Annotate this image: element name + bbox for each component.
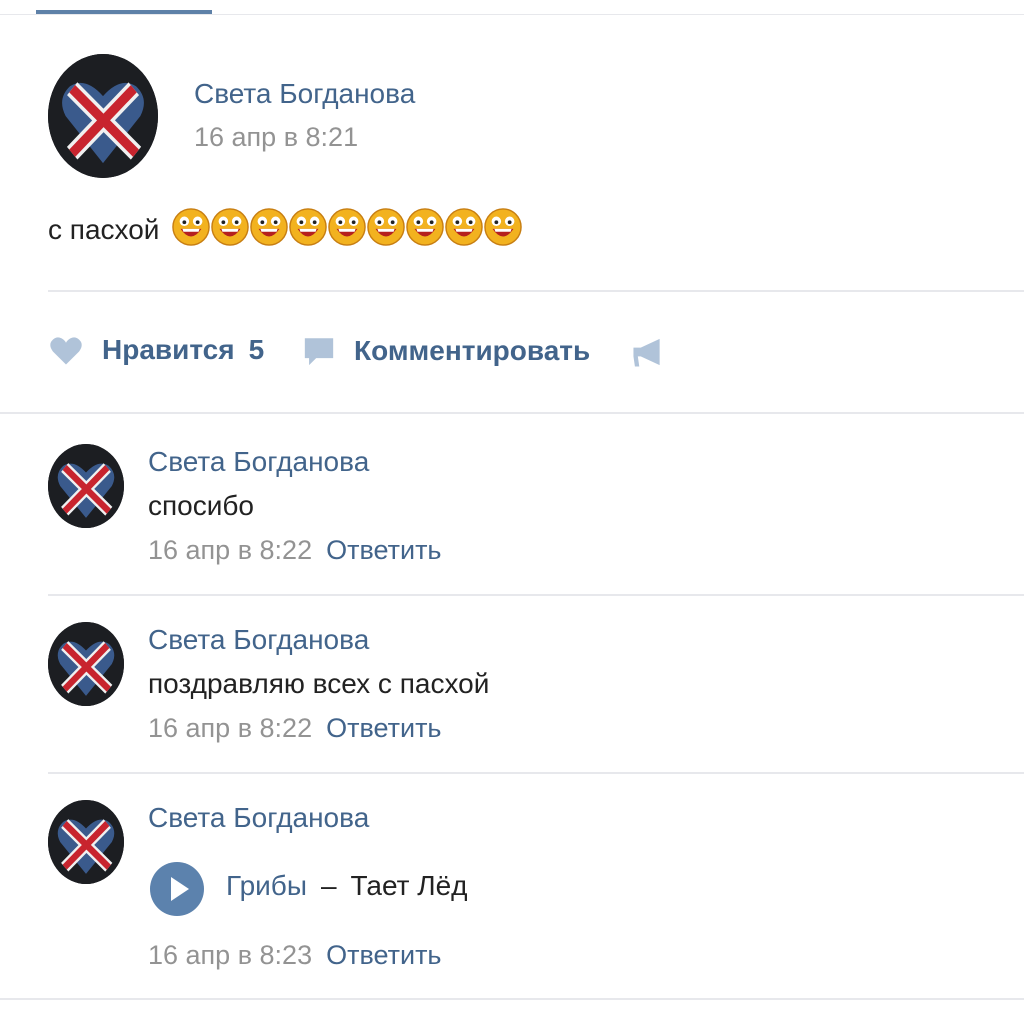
megaphone-icon (633, 338, 660, 367)
divider (0, 412, 1024, 414)
avatar-flag-heart-image (48, 54, 158, 178)
laughing-emoji-icon (445, 208, 483, 246)
laughing-emoji-icon (484, 208, 522, 246)
comment-author-name[interactable]: Света Богданова (148, 624, 369, 656)
like-button[interactable]: Нравится 5 (48, 334, 264, 366)
reply-button[interactable]: Ответить (326, 713, 441, 743)
like-count: 5 (248, 334, 265, 365)
comment-avatar[interactable] (48, 622, 124, 706)
laughing-emoji-icon (367, 208, 405, 246)
comment-meta: 16 апр в 8:22 Ответить (148, 535, 442, 566)
post-author-name[interactable]: Света Богданова (194, 78, 415, 110)
comment-meta: 16 апр в 8:22 Ответить (148, 713, 442, 744)
comment-meta: 16 апр в 8:23 Ответить (148, 940, 442, 971)
laughing-emoji-icon (211, 208, 249, 246)
reply-button[interactable]: Ответить (326, 940, 441, 970)
comment-author-name[interactable]: Света Богданова (148, 802, 369, 834)
emoji-row (172, 208, 522, 246)
avatar-flag-heart-image (48, 800, 124, 884)
comment-author-name[interactable]: Света Богданова (148, 446, 369, 478)
laughing-emoji-icon (250, 208, 288, 246)
reply-button[interactable]: Ответить (326, 535, 441, 565)
avatar-flag-heart-image (48, 444, 124, 528)
divider (48, 290, 1024, 292)
comment-time[interactable]: 16 апр в 8:22 (148, 713, 312, 743)
comment-text: спосибо (148, 490, 254, 521)
comment-label: Комментировать (354, 335, 591, 366)
post-time[interactable]: 16 апр в 8:21 (194, 122, 358, 153)
comment-time[interactable]: 16 апр в 8:22 (148, 535, 312, 565)
divider (0, 998, 1024, 1000)
like-label: Нравится (102, 334, 235, 365)
divider (0, 14, 1024, 15)
comment-text: поздравляю всех с пасхой (148, 668, 490, 699)
share-button[interactable] (630, 336, 666, 368)
audio-play-button[interactable] (150, 862, 204, 916)
laughing-emoji-icon (172, 208, 210, 246)
comment-avatar[interactable] (48, 800, 124, 884)
laughing-emoji-icon (289, 208, 327, 246)
comment-avatar[interactable] (48, 444, 124, 528)
comment-button[interactable]: Комментировать (302, 334, 590, 368)
divider (48, 772, 1024, 774)
audio-title: Тает Лёд (350, 870, 468, 901)
comment-time[interactable]: 16 апр в 8:23 (148, 940, 312, 970)
heart-icon (50, 337, 82, 365)
audio-track: Грибы – Тает Лёд (226, 870, 468, 902)
avatar-flag-heart-image (48, 622, 124, 706)
divider (48, 594, 1024, 596)
post-text: с пасхой (48, 214, 160, 245)
laughing-emoji-icon (328, 208, 366, 246)
laughing-emoji-icon (406, 208, 444, 246)
audio-separator: – (320, 870, 337, 901)
avatar[interactable] (48, 54, 158, 178)
comment-icon (304, 338, 334, 366)
audio-artist[interactable]: Грибы (226, 870, 307, 901)
